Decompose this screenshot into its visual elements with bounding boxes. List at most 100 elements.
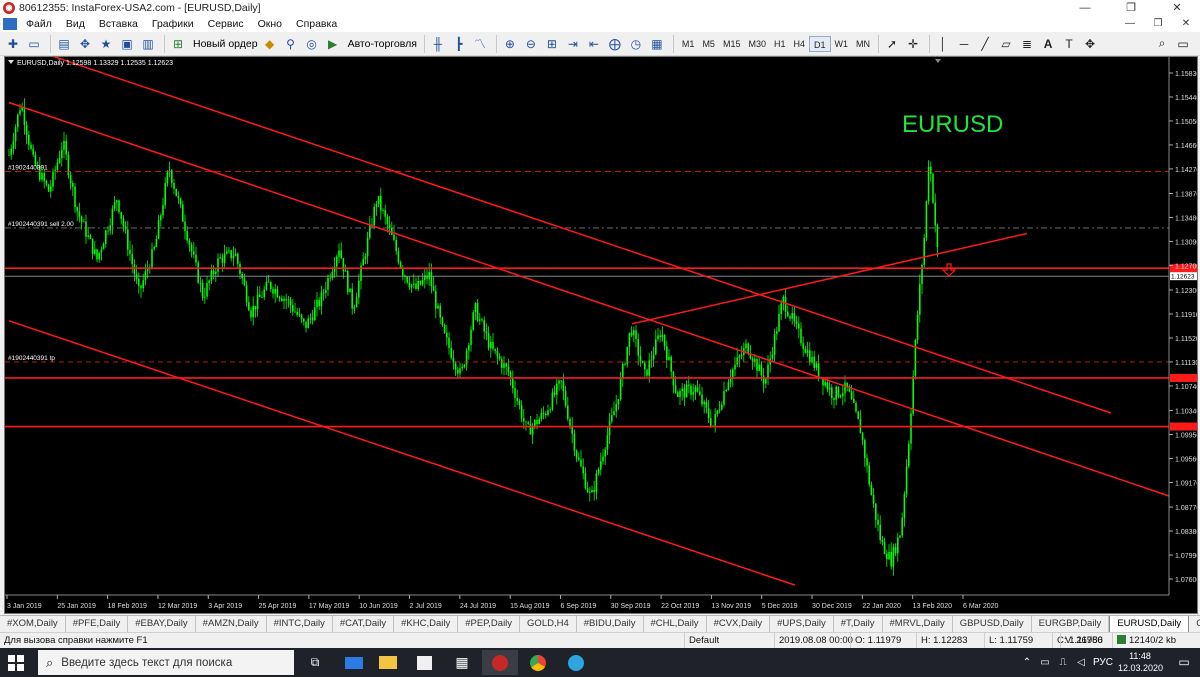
fibonacci-icon[interactable]: ≣ [1018,35,1036,53]
strategy-tester-icon[interactable]: ▥ [139,35,157,53]
candle-body [916,314,919,341]
cursor-icon[interactable]: ➚ [883,35,901,53]
chart-restore-button[interactable]: ❐ [1144,16,1172,32]
chart-tab[interactable]: #EBAY,Daily [128,616,196,632]
vertical-line-icon[interactable]: │ [934,35,952,53]
zoom-in-icon[interactable]: ⊕ [501,35,519,53]
line-chart-icon[interactable]: 〽 [471,35,489,53]
horizontal-line-icon[interactable]: ─ [955,35,973,53]
chart-tab[interactable]: GBPJPY, [1189,616,1200,632]
templates-icon[interactable]: ▦ [648,35,666,53]
taskbar-clock[interactable]: 11:48 12.03.2020 [1118,650,1163,674]
chart-tab[interactable]: #UPS,Daily [770,616,834,632]
chart-tab[interactable]: #MRVL,Daily [883,616,953,632]
periods-icon[interactable]: ◷ [627,35,645,53]
tray-expand-icon[interactable]: ⌃ [1020,648,1034,677]
text-tool-icon[interactable]: A [1039,35,1057,53]
text-label-icon[interactable]: T [1060,35,1078,53]
terminal-icon[interactable]: ▣ [118,35,136,53]
menu-window[interactable]: Окно [251,18,289,30]
chart-tab[interactable]: EURGBP,Daily [1032,616,1110,632]
market-icon[interactable]: ◎ [303,35,321,53]
navigator-icon[interactable]: ★ [97,35,115,53]
menu-charts[interactable]: Графики [145,18,201,30]
timeframe-w1[interactable]: W1 [831,36,853,52]
chrome-app-icon[interactable] [520,650,556,675]
tray-volume-icon[interactable]: ◁ [1074,648,1088,677]
market-watch-icon[interactable]: ▤ [55,35,73,53]
arrows-tool-icon[interactable]: ✥ [1081,35,1099,53]
chart-tab[interactable]: #AMZN,Daily [196,616,267,632]
chart-tab[interactable]: #CHL,Daily [644,616,707,632]
new-order-icon[interactable]: ⊞ [169,35,187,53]
new-chart-icon[interactable]: ✚ [4,35,22,53]
zoom-out-icon[interactable]: ⊖ [522,35,540,53]
windows-start-icon[interactable] [8,655,24,671]
close-button[interactable]: ✕ [1154,0,1200,16]
signals-icon[interactable]: ⚲ [282,35,300,53]
timeframe-m1[interactable]: M1 [678,36,699,52]
chart-tab[interactable]: #INTC,Daily [267,616,333,632]
chart-tab[interactable]: #XOM,Daily [0,616,66,632]
restore-button[interactable]: ❐ [1108,0,1154,16]
chart-tab[interactable]: #T,Daily [834,616,883,632]
chart-tab[interactable]: EURUSD,Daily [1109,616,1190,632]
chart-tab[interactable]: #CAT,Daily [333,616,395,632]
price-chart[interactable]: 1.12623 1.15830 1.15440 1.15050 1.14660 1.14… [4,56,1198,614]
file-explorer-icon[interactable] [370,650,406,675]
minimize-button[interactable]: — [1062,0,1108,16]
store-app-icon[interactable] [406,650,442,675]
timeframe-d1[interactable]: D1 [809,35,831,52]
indicators-icon[interactable]: ⨁ [606,35,624,53]
timeframe-h1[interactable]: H1 [770,36,790,52]
bar-chart-icon[interactable]: ╫ [429,35,447,53]
metatrader-app-icon[interactable] [482,650,518,675]
timeframe-m15[interactable]: M15 [719,36,745,52]
chart-canvas[interactable]: 1.12623 1.15830 1.15440 1.15050 1.14660 1.14… [5,57,1198,614]
chart-tab[interactable]: GBPUSD,Daily [953,616,1032,632]
candlestick-icon[interactable]: ┣ [450,35,468,53]
chart-close-button[interactable]: ✕ [1172,16,1200,32]
menu-help[interactable]: Справка [289,18,344,30]
timeframe-m5[interactable]: M5 [698,36,719,52]
menu-tools[interactable]: Сервис [201,18,251,30]
search-icon[interactable]: ⌕ [1153,35,1171,53]
timeframe-mn[interactable]: MN [852,36,874,52]
tile-windows-icon[interactable]: ⊞ [543,35,561,53]
tray-network-icon[interactable]: ⎍ [1056,648,1070,677]
chart-shift-icon[interactable]: ⇤ [585,35,603,53]
community-icon[interactable]: ▭ [1174,35,1192,53]
notifications-icon[interactable]: ▭ [1176,648,1192,677]
auto-trading-button[interactable]: Авто-торговля [345,38,420,50]
chart-tab[interactable]: #CVX,Daily [707,616,771,632]
crosshair-icon[interactable]: ✛ [904,35,922,53]
new-order-button[interactable]: Новый ордер [190,38,261,50]
trendline-icon[interactable]: ╱ [976,35,994,53]
tray-language[interactable]: РУС [1092,648,1114,677]
chart-minimize-button[interactable]: — [1116,16,1144,32]
task-view-icon[interactable]: ⧉ [297,650,333,675]
metaeditor-icon[interactable]: ◆ [261,35,279,53]
timeframe-h4[interactable]: H4 [790,36,810,52]
tray-battery-icon[interactable]: ▭ [1038,648,1052,677]
chart-tab[interactable]: GOLD,H4 [520,616,577,632]
auto-trading-icon[interactable]: ▶ [324,35,342,53]
channel-icon[interactable]: ▱ [997,35,1015,53]
data-window-icon[interactable]: ✥ [76,35,94,53]
taskbar-search-box[interactable]: ⌕ Введите здесь текст для поиска [38,650,294,675]
timeframe-m30[interactable]: M30 [744,36,770,52]
chart-tab[interactable]: #BIDU,Daily [577,616,644,632]
chart-tab[interactable]: #KHC,Daily [394,616,459,632]
profiles-icon[interactable]: ▭ [25,35,43,53]
chart-tab[interactable]: #PEP,Daily [458,616,521,632]
chart-tab[interactable]: #PFE,Daily [66,616,129,632]
menu-insert[interactable]: Вставка [92,18,145,30]
auto-scroll-icon[interactable]: ⇥ [564,35,582,53]
chart-window-icon[interactable] [3,18,17,30]
calculator-icon[interactable]: ▦ [444,650,480,675]
telegram-app-icon[interactable] [558,650,594,675]
menu-file[interactable]: Файл [19,18,59,30]
menu-view[interactable]: Вид [59,18,92,30]
date-tick-label: 13 Nov 2019 [711,603,751,610]
mail-app-icon[interactable] [336,650,372,675]
